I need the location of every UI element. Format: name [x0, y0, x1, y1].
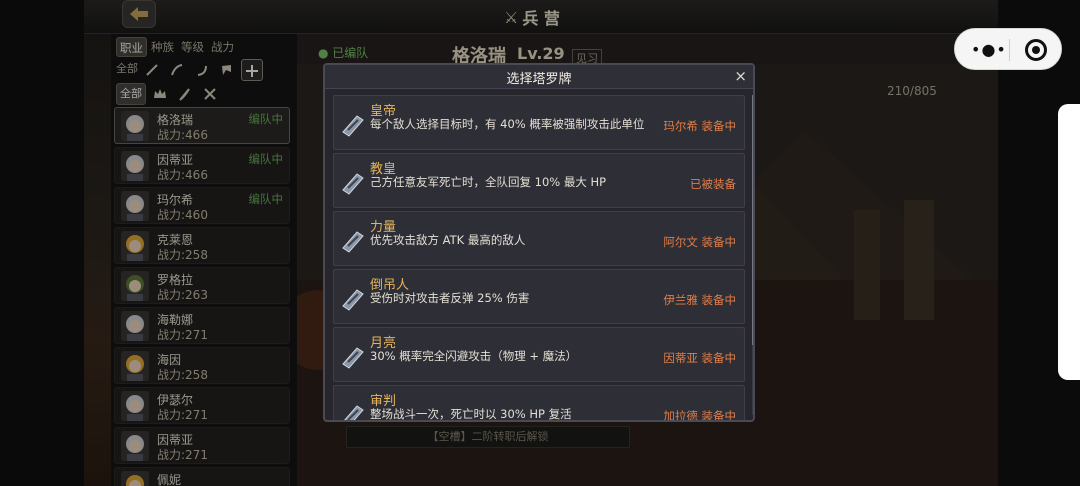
scrollbar-thumb[interactable] [752, 95, 753, 345]
tarot-card-item[interactable]: 月亮 30% 概率完全闪避攻击（物理 + 魔法） 因蒂亚 装备中 [333, 327, 745, 382]
tarot-card-icon [339, 402, 365, 420]
tarot-card-item[interactable]: 教皇 己方任意友军死亡时，全队回复 10% 最大 HP 已被装备 [333, 153, 745, 208]
tarot-card-status: 加拉德 装备中 [663, 409, 736, 422]
capsule-divider [1009, 39, 1010, 61]
tarot-card-desc: 己方任意友军死亡时，全队回复 10% 最大 HP [370, 175, 607, 189]
tarot-card-icon [339, 344, 365, 370]
close-button[interactable]: × [734, 67, 747, 85]
tarot-card-icon [339, 286, 365, 312]
target-close-icon[interactable] [1025, 39, 1047, 61]
tarot-card-status: 玛尔希 装备中 [663, 119, 736, 133]
left-letterbox [0, 0, 84, 486]
tarot-card-desc: 每个敌人选择目标时，有 40% 概率被强制攻击此单位 [370, 117, 645, 131]
modal-scrollbar[interactable] [752, 95, 753, 415]
tarot-card-item[interactable]: 皇帝 每个敌人选择目标时，有 40% 概率被强制攻击此单位 玛尔希 装备中 [333, 95, 745, 150]
more-dots-icon[interactable]: •●• [971, 40, 1007, 59]
tarot-card-desc: 优先攻击敌方 ATK 最高的敌人 [370, 233, 526, 247]
tarot-card-icon [339, 228, 365, 254]
tarot-card-status: 已被装备 [690, 177, 736, 191]
tarot-card-desc: 30% 概率完全闪避攻击（物理 + 魔法） [370, 349, 578, 363]
tarot-card-desc: 受伤时对攻击者反弹 25% 伤害 [370, 291, 530, 305]
modal-title: 选择塔罗牌 [506, 72, 572, 87]
floating-side-widget[interactable] [1058, 104, 1080, 380]
game-viewport: ⚔ 兵 营 ● 已编队 格洛瑞 Lv.29 见习 210/805 职业 种族 等… [84, 0, 998, 486]
wechat-capsule: •●• [954, 28, 1062, 70]
tarot-card-status: 因蒂亚 装备中 [663, 351, 736, 365]
tarot-card-item[interactable]: 倒吊人 受伤时对攻击者反弹 25% 伤害 伊兰雅 装备中 [333, 269, 745, 324]
tarot-card-icon [339, 170, 365, 196]
tarot-card-item[interactable]: 力量 优先攻击敌方 ATK 最高的敌人 阿尔文 装备中 [333, 211, 745, 266]
tarot-card-icon [339, 112, 365, 138]
modal-header: 选择塔罗牌 × [325, 65, 753, 89]
tarot-card-item[interactable]: 审判 整场战斗一次，死亡时以 30% HP 复活 加拉德 装备中 [333, 385, 745, 422]
tarot-card-status: 伊兰雅 装备中 [663, 293, 736, 307]
tarot-card-desc: 整场战斗一次，死亡时以 30% HP 复活 [370, 407, 572, 421]
tarot-select-modal: 选择塔罗牌 × 皇帝 每个敌人选择目标时，有 40% 概率被强制攻击此单位 玛尔希 … [323, 63, 755, 422]
tarot-card-status: 阿尔文 装备中 [663, 235, 736, 249]
